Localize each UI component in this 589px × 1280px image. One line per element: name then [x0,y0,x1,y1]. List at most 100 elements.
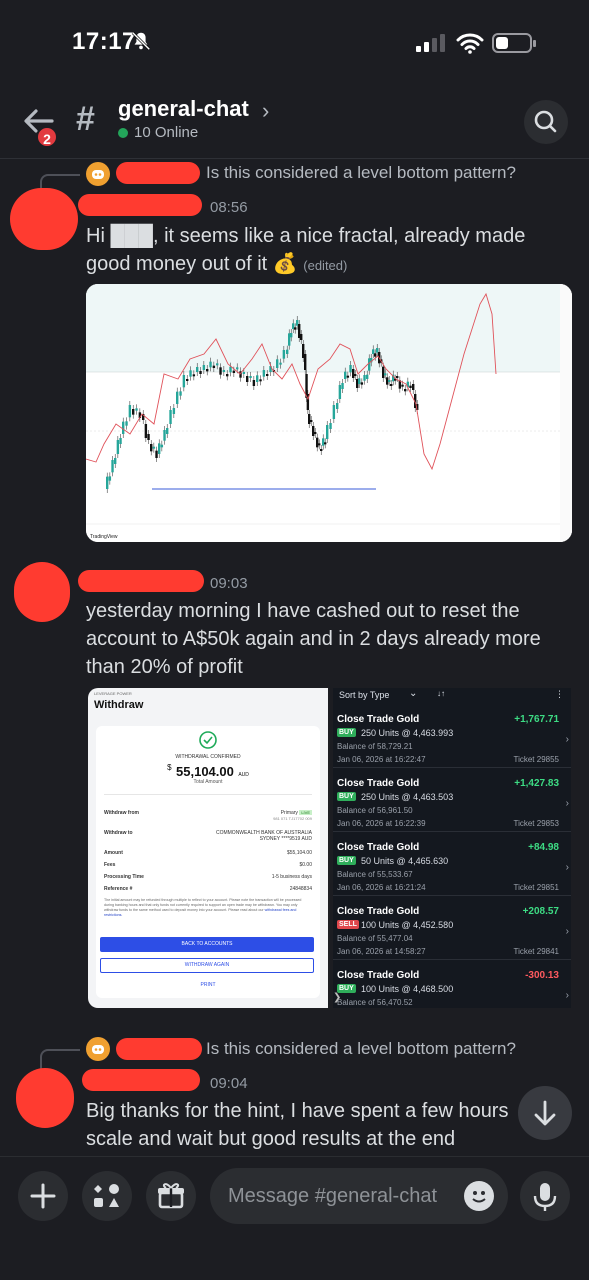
candle [341,383,344,389]
chevron-right-icon: › [565,798,569,809]
row-sub: 981 071 TJ17702 009 [273,816,312,821]
row-value: $55,104.00 [286,850,312,856]
candle [216,363,219,366]
candle [155,450,158,458]
row-sub: SYDNEY ****9519 AUD [259,836,312,842]
sort-order-icon[interactable]: ↓↑ [437,689,445,698]
chevron-right-icon[interactable]: › [262,98,269,124]
redacted-username[interactable] [82,1069,200,1091]
avatar[interactable] [14,562,70,622]
redacted-username[interactable] [78,194,202,216]
candle [282,350,286,359]
scroll-to-bottom-button[interactable] [518,1086,572,1140]
bell-slash-icon [131,31,151,51]
trade-title: Close Trade Gold [337,778,420,789]
candle [152,446,156,449]
trade-side-badge: BUY [337,856,356,865]
trade-title: Close Trade Gold [337,906,420,917]
message-timestamp: 09:04 [210,1075,248,1092]
org-label: LEVERAGE POWER [94,691,132,696]
trade-profit: -300.13 [525,970,559,981]
trade-item[interactable]: Close Trade Gold +1,427.83 BUY 250 Units @ … [333,768,571,832]
candle [163,430,166,441]
online-count: 10 Online [134,124,199,141]
candle [259,379,262,382]
candle [182,375,186,388]
reply-preview[interactable]: Is this considered a level bottom patter… [206,1039,516,1059]
trade-item[interactable]: Close Trade Gold -300.13 BUY 100 Units @ 4,… [333,960,571,1008]
trade-units: 250 Units @ 4,463.503 [361,792,454,802]
candle [344,371,347,379]
row-value: $0.00 [299,862,312,868]
trade-units: 50 Units @ 4,465.630 [361,856,449,866]
voice-button[interactable] [520,1171,570,1221]
reply-preview[interactable]: Is this considered a level bottom patter… [206,163,516,183]
price-chart: TradingView [86,284,572,542]
trade-history-image[interactable]: Sort by Type ⌄ ↓↑ ⋮ Close Trade Gold +1,7… [333,688,571,1008]
sort-label[interactable]: Sort by Type [339,690,389,700]
channel-name[interactable]: general-chat [118,96,249,122]
avatar[interactable] [16,1068,74,1128]
withdraw-again-button[interactable]: WITHDRAW AGAIN [100,958,314,973]
candle [412,384,415,390]
candle [320,449,323,451]
trade-toolbar: Sort by Type ⌄ ↓↑ ⋮ [333,688,571,704]
gift-icon [158,1183,184,1209]
candle [294,327,297,330]
confirmed-label: WITHDRAWAL CONFIRMED [175,754,241,760]
trade-date: Jan 06, 2026 at 16:21:24 [337,883,426,892]
chevron-down-icon[interactable]: ⌄ [409,688,417,699]
reply-avatar [86,162,110,186]
candle [409,385,412,388]
candle [108,476,112,481]
candle [222,370,226,372]
message-text: Hi ███, it seems like a nice fractal, al… [86,222,546,280]
chevron-right-icon: › [565,862,569,873]
trade-item[interactable]: Close Trade Gold +84.98 BUY 50 Units @ 4,46… [333,832,571,896]
trade-item[interactable]: Close Trade Gold +1,767.71 BUY 250 Units @ … [333,704,571,768]
trade-balance: Balance of 55,477.04 [337,934,413,943]
candle [179,391,182,396]
withdraw-receipt-image[interactable]: LEVERAGE POWER Withdraw WITHDRAWAL CONFI… [88,688,328,1008]
more-menu-icon[interactable]: ⋮ [555,689,564,700]
row-value: Primary LIVE 981 071 TJ17702 009 [273,810,312,822]
avatar[interactable] [10,188,78,250]
candle [336,403,339,409]
row-key: Fees [104,862,116,868]
chart-image-attachment[interactable]: TradingView [86,284,572,542]
attach-button[interactable] [18,1171,68,1221]
gift-button[interactable] [146,1171,196,1221]
candle [324,442,327,445]
chevron-right-icon: › [565,926,569,937]
emoji-icon[interactable] [464,1181,494,1211]
candle [372,349,375,354]
candle [206,369,209,372]
candle [147,434,150,440]
online-status-dot [118,128,128,138]
back-to-accounts-button[interactable]: BACK TO ACCOUNTS [100,937,314,952]
check-circle-icon [199,731,217,749]
apps-button[interactable] [82,1171,132,1221]
candle [390,384,393,386]
candle [322,438,325,446]
candle [404,389,407,392]
candle [360,382,364,385]
scroll-handle-icon[interactable]: ❯ [333,992,343,1008]
candle [366,374,369,379]
print-link[interactable]: PRINT [96,982,320,988]
message-timestamp: 09:03 [210,575,248,592]
channel-hash-icon: # [76,100,95,138]
candle [186,379,189,381]
trade-title: Close Trade Gold [337,714,420,725]
redacted-username[interactable] [78,570,204,592]
search-button[interactable] [524,100,568,144]
redacted-name [116,1038,202,1060]
candle [252,380,256,386]
search-icon [534,110,557,133]
trade-title: Close Trade Gold [337,970,420,981]
wifi-icon [456,33,484,54]
candle [242,372,246,374]
apps-icon [94,1184,119,1207]
trade-item[interactable]: Close Trade Gold +208.57 SELL 100 Units @ 4… [333,896,571,960]
trade-profit: +1,427.83 [514,778,559,789]
